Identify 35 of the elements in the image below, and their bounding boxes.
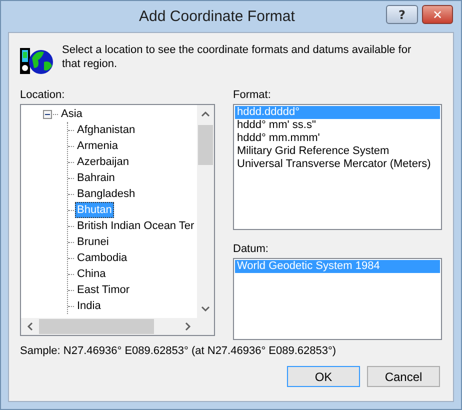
scroll-up-icon[interactable] <box>201 111 210 117</box>
tree-item[interactable]: Armenia <box>75 138 120 154</box>
location-label: Location: <box>20 88 66 102</box>
tree-item[interactable]: Cambodia <box>75 250 130 266</box>
tree-item[interactable]: India <box>75 298 103 314</box>
scrollbar-thumb[interactable] <box>39 319 154 334</box>
dialog-button[interactable]: Cancel <box>367 366 440 387</box>
tree-item[interactable]: Bangladesh <box>75 186 138 202</box>
list-item[interactable]: Military Grid Reference System <box>235 145 440 158</box>
sample-text: Sample: N27.46936° E089.62853° (at N27.46936° E089.62853°) <box>20 344 338 358</box>
scroll-down-icon[interactable] <box>201 306 210 312</box>
window-title: Add Coordinate Format <box>139 8 295 24</box>
help-button[interactable]: ? <box>386 5 418 24</box>
list-item[interactable]: hddd° mm.mmm' <box>235 132 440 145</box>
list-item[interactable]: hddd° mm' ss.s" <box>235 119 440 132</box>
tree-item[interactable]: Brunei <box>75 234 111 250</box>
format-label: Format: <box>233 88 272 102</box>
collapse-icon[interactable] <box>43 110 52 118</box>
location-tree[interactable]: Asia Afghanistan Armenia Azerbaijan Bahrain Bangladesh Bhutan British Indian Ocean Ter Brunei Cambodia China East Timor India <box>20 104 215 336</box>
tree-item[interactable]: Bahrain <box>75 170 117 186</box>
tree-item[interactable]: East Timor <box>75 282 132 298</box>
scrollbar-thumb[interactable] <box>198 125 213 165</box>
vertical-scrollbar[interactable] <box>197 105 214 318</box>
tree-item[interactable]: China <box>75 266 108 282</box>
description-text: Select a location to see the coordinate formats and datums available for that region. <box>62 43 412 71</box>
scroll-right-icon[interactable] <box>185 322 191 331</box>
tree-item[interactable]: Afghanistan <box>75 122 138 138</box>
tree-item[interactable]: Azerbaijan <box>75 154 131 170</box>
globe-map-icon <box>20 46 54 76</box>
scroll-left-icon[interactable] <box>27 322 33 331</box>
list-item[interactable]: Universal Transverse Mercator (Meters) <box>235 158 440 171</box>
tree-item[interactable]: British Indian Ocean Ter <box>75 218 196 234</box>
tree-item[interactable]: Asia <box>59 106 84 122</box>
datum-label: Datum: <box>233 242 270 256</box>
dialog-button[interactable]: OK <box>287 366 360 387</box>
